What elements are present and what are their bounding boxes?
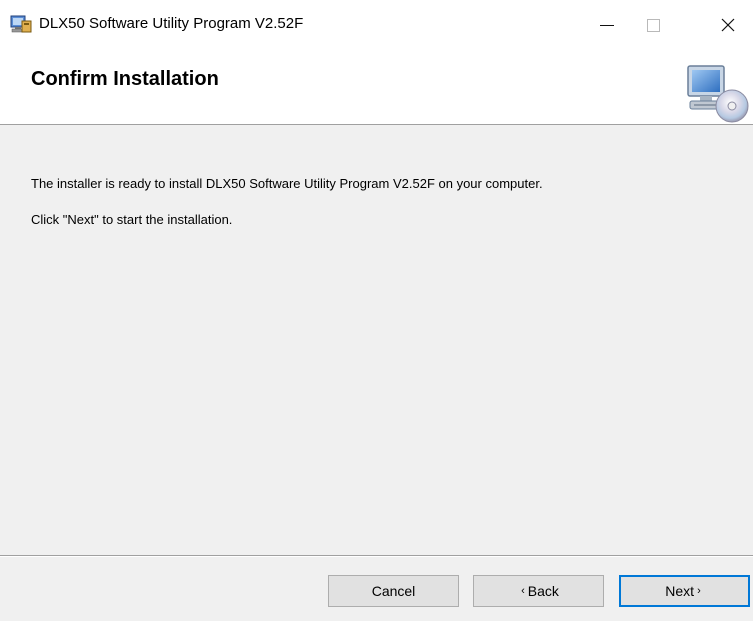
- computer-cd-icon: [687, 65, 749, 123]
- chevron-right-icon: ›: [697, 585, 701, 597]
- maximize-button[interactable]: [624, 0, 682, 50]
- back-button[interactable]: ‹ Back: [473, 575, 604, 607]
- footer-divider: [0, 555, 753, 557]
- ready-message: The installer is ready to install DLX50 …: [31, 176, 543, 191]
- cancel-button-label: Cancel: [371, 583, 416, 599]
- installer-window: DLX50 Software Utility Program V2.52F Co…: [0, 0, 753, 621]
- maximize-icon: [646, 18, 660, 32]
- close-button[interactable]: [699, 0, 753, 50]
- page-title: Confirm Installation: [31, 68, 219, 90]
- close-icon: [721, 18, 735, 32]
- instruction-message: Click "Next" to start the installation.: [31, 212, 233, 227]
- installer-app-icon: [10, 15, 32, 33]
- minimize-icon: [600, 24, 614, 26]
- window-title: DLX50 Software Utility Program V2.52F: [39, 15, 304, 32]
- next-button[interactable]: Next ›: [619, 575, 750, 607]
- chevron-left-icon: ‹: [521, 585, 525, 597]
- header-banner: Confirm Installation: [0, 50, 753, 125]
- title-bar[interactable]: DLX50 Software Utility Program V2.52F: [0, 0, 753, 50]
- next-button-label: Next: [665, 583, 695, 599]
- back-button-label: Back: [527, 583, 559, 599]
- cancel-button[interactable]: Cancel: [328, 575, 459, 607]
